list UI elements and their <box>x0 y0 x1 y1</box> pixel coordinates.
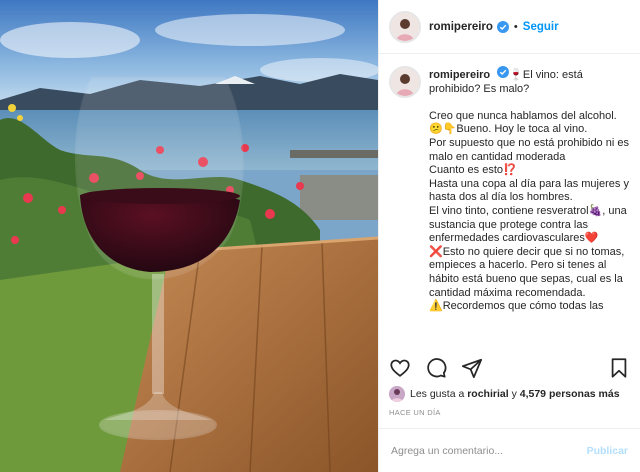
bookmark-icon[interactable] <box>608 357 630 379</box>
author-avatar[interactable] <box>389 10 421 43</box>
liker-avatar[interactable] <box>389 386 405 402</box>
verified-badge-icon <box>496 20 509 33</box>
post-header: romipereiro • Seguir <box>379 0 640 54</box>
publish-button[interactable]: Publicar <box>587 445 628 457</box>
caption-verified-badge-icon <box>497 66 510 78</box>
post-caption: romipereiro 🍷El vino: está prohibido? Es… <box>389 66 632 344</box>
author-username[interactable]: romipereiro <box>429 21 493 33</box>
liker-username[interactable]: rochirial <box>467 388 508 400</box>
likes-summary: Les gusta a rochirial y 4,579 personas m… <box>389 386 632 402</box>
instagram-post: romipereiro • Seguir romipereiro 🍷El vin… <box>0 0 640 472</box>
caption-text: 🍷El vino: está prohibido? Es malo? Creo … <box>429 69 629 313</box>
share-icon[interactable] <box>461 357 483 379</box>
comment-box: Publicar <box>379 428 640 472</box>
caption-username[interactable]: romipereiro <box>429 69 490 81</box>
separator-dot: • <box>513 20 518 33</box>
likes-prefix: Les gusta a <box>410 388 465 400</box>
caption-avatar[interactable] <box>389 66 421 98</box>
follow-button[interactable]: Seguir <box>523 21 559 33</box>
heart-icon[interactable] <box>389 357 411 379</box>
post-photo[interactable] <box>0 0 378 472</box>
wine-glass-photo <box>0 0 378 472</box>
caption-body: romipereiro 🍷El vino: está prohibido? Es… <box>429 66 632 344</box>
post-details-panel: romipereiro • Seguir romipereiro 🍷El vin… <box>378 0 640 472</box>
comment-input[interactable] <box>391 444 587 457</box>
action-bar <box>389 356 630 380</box>
comment-icon[interactable] <box>425 357 447 379</box>
likes-count[interactable]: 4,579 personas más <box>520 388 620 400</box>
post-timestamp[interactable]: HACE UN DÍA <box>389 408 441 417</box>
